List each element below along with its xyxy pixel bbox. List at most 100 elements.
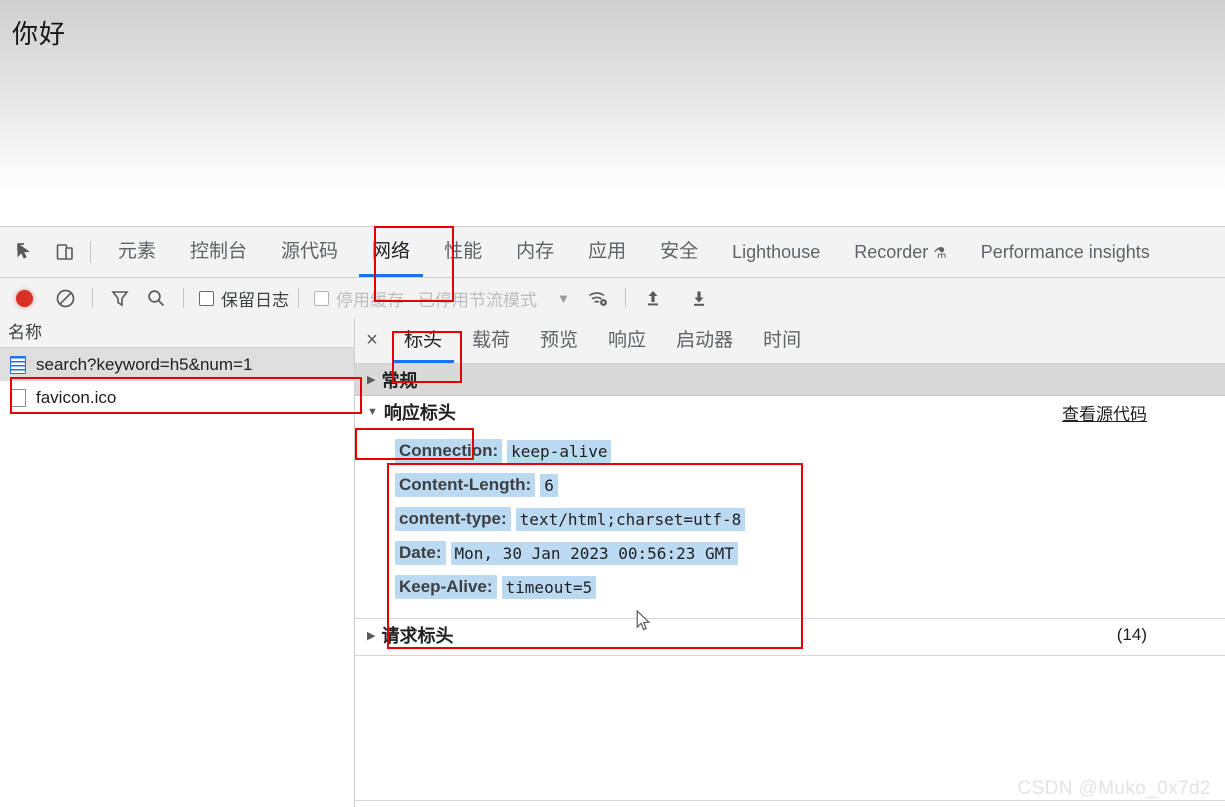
tab-label: Recorder bbox=[854, 242, 929, 262]
tab-label: 时间 bbox=[763, 330, 802, 351]
header-value: Mon, 30 Jan 2023 00:56:23 GMT bbox=[450, 541, 738, 565]
network-toolbar: 保留日志 停用缓存 已停用节流模式 ▼ bbox=[0, 278, 1225, 319]
inspect-element-icon[interactable] bbox=[10, 237, 40, 267]
filter-icon[interactable] bbox=[106, 284, 134, 312]
network-conditions-icon[interactable] bbox=[584, 284, 612, 312]
toolbar-divider bbox=[624, 288, 626, 308]
tab-label: 源代码 bbox=[281, 241, 339, 262]
table-row[interactable]: favicon.ico bbox=[0, 381, 354, 414]
header-key: content-type: bbox=[395, 507, 511, 531]
document-icon bbox=[10, 355, 26, 374]
tab-performance-insights[interactable]: Performance insights bbox=[964, 227, 1167, 277]
divider bbox=[355, 655, 1225, 656]
section-general[interactable]: ▶ 常规 bbox=[355, 364, 1225, 396]
tab-label: 载荷 bbox=[472, 330, 511, 351]
tab-label: 网络 bbox=[372, 241, 411, 262]
device-toolbar-icon[interactable] bbox=[50, 237, 80, 267]
toolbar-divider bbox=[90, 241, 91, 263]
header-row: Connection: keep-alive bbox=[395, 434, 1225, 468]
toolbar-divider bbox=[183, 288, 184, 308]
table-row[interactable]: search?keyword=h5&num=1 bbox=[0, 348, 354, 381]
beaker-icon: ⚗ bbox=[933, 245, 947, 262]
tab-response[interactable]: 响应 bbox=[593, 318, 661, 363]
tab-label: 预览 bbox=[540, 330, 579, 351]
header-row: Content-Length: 6 bbox=[395, 468, 1225, 502]
close-icon[interactable]: × bbox=[355, 318, 389, 363]
header-key: Content-Length: bbox=[395, 473, 536, 497]
section-title: 请求标头 bbox=[381, 626, 454, 646]
header-row: Keep-Alive: timeout=5 bbox=[395, 570, 1225, 604]
toolbar-divider bbox=[92, 288, 93, 308]
devtools-panel: 元素 控制台 源代码 网络 性能 内存 应用 安全 Lighthouse Rec… bbox=[0, 226, 1225, 807]
search-icon[interactable] bbox=[142, 284, 170, 312]
tab-timing[interactable]: 时间 bbox=[748, 318, 816, 363]
checkbox-box bbox=[199, 290, 214, 306]
tab-label: 应用 bbox=[588, 241, 627, 262]
tab-sources[interactable]: 源代码 bbox=[264, 227, 355, 277]
request-list-pane: 名称 search?keyword=h5&num=1 favicon.ico bbox=[0, 318, 355, 807]
throttling-label: 已停用节流模式 bbox=[418, 290, 537, 310]
detail-tabbar: × 标头 载荷 预览 响应 启动器 时间 bbox=[355, 318, 1225, 364]
tab-label: 性能 bbox=[444, 241, 483, 262]
tab-lighthouse[interactable]: Lighthouse bbox=[715, 227, 837, 277]
preserve-log-checkbox[interactable]: 保留日志 bbox=[193, 278, 289, 318]
tab-network[interactable]: 网络 bbox=[355, 227, 427, 277]
caret-right-icon: ▶ bbox=[367, 629, 376, 642]
request-detail-pane: × 标头 载荷 预览 响应 启动器 时间 ▶ 常规 ▼ 响应标头 查看源代码 C… bbox=[355, 318, 1225, 807]
chevron-down-icon: ▼ bbox=[557, 290, 570, 306]
disable-cache-label: 停用缓存 bbox=[336, 290, 404, 310]
import-har-icon[interactable] bbox=[639, 284, 667, 312]
request-list-column-header: 名称 bbox=[0, 318, 354, 348]
divider bbox=[355, 800, 1225, 801]
tab-security[interactable]: 安全 bbox=[643, 227, 715, 277]
tab-preview[interactable]: 预览 bbox=[525, 318, 593, 363]
tab-console[interactable]: 控制台 bbox=[173, 227, 264, 277]
header-count: (14) bbox=[1116, 625, 1147, 644]
section-request-headers[interactable]: ▶ 请求标头 (14) bbox=[355, 619, 1225, 651]
tab-headers[interactable]: 标头 bbox=[389, 318, 457, 363]
header-key: Connection: bbox=[395, 439, 503, 463]
tab-label: 元素 bbox=[118, 241, 157, 262]
header-value: text/html;charset=utf-8 bbox=[515, 507, 746, 531]
header-row: Date: Mon, 30 Jan 2023 00:56:23 GMT bbox=[395, 536, 1225, 570]
preserve-log-label: 保留日志 bbox=[221, 290, 289, 310]
throttling-selector[interactable]: 已停用节流模式 ▼ bbox=[418, 278, 570, 318]
tab-label: 响应 bbox=[608, 330, 647, 351]
caret-right-icon: ▶ bbox=[367, 374, 376, 386]
tab-label: Performance insights bbox=[980, 242, 1150, 262]
tab-list: 元素 控制台 源代码 网络 性能 内存 应用 安全 Lighthouse Rec… bbox=[101, 227, 1167, 277]
tab-label: 控制台 bbox=[190, 241, 248, 262]
tab-performance[interactable]: 性能 bbox=[427, 227, 499, 277]
devtools-tabbar: 元素 控制台 源代码 网络 性能 内存 应用 安全 Lighthouse Rec… bbox=[0, 227, 1225, 278]
section-response-headers[interactable]: ▼ 响应标头 查看源代码 bbox=[355, 396, 1225, 428]
toolbar-divider bbox=[298, 288, 299, 308]
header-value: 6 bbox=[540, 473, 558, 497]
header-row: content-type: text/html;charset=utf-8 bbox=[395, 502, 1225, 536]
tab-label: 内存 bbox=[516, 241, 555, 262]
record-button[interactable] bbox=[16, 289, 33, 307]
header-value: timeout=5 bbox=[501, 575, 597, 599]
network-body: 名称 search?keyword=h5&num=1 favicon.ico ×… bbox=[0, 318, 1225, 807]
header-key: Keep-Alive: bbox=[395, 575, 497, 599]
caret-down-icon: ▼ bbox=[367, 406, 378, 418]
view-source-link[interactable]: 查看源代码 bbox=[1062, 400, 1147, 425]
watermark: CSDN @Muko_0x7d2 bbox=[1017, 778, 1211, 799]
tab-application[interactable]: 应用 bbox=[571, 227, 643, 277]
tab-recorder[interactable]: Recorder ⚗ bbox=[837, 227, 963, 277]
clear-button[interactable] bbox=[51, 284, 79, 312]
export-har-icon[interactable] bbox=[685, 284, 713, 312]
tab-label: 安全 bbox=[660, 241, 699, 262]
browser-page-viewport: 你好 bbox=[0, 0, 1225, 226]
section-title: 响应标头 bbox=[383, 403, 456, 423]
tab-elements[interactable]: 元素 bbox=[101, 227, 173, 277]
header-key: Date: bbox=[395, 541, 446, 565]
header-value: keep-alive bbox=[507, 439, 612, 463]
disable-cache-checkbox[interactable]: 停用缓存 bbox=[308, 278, 404, 318]
tab-payload[interactable]: 载荷 bbox=[457, 318, 525, 363]
request-name: favicon.ico bbox=[36, 387, 117, 407]
checkbox-box bbox=[314, 290, 329, 306]
tab-label: 启动器 bbox=[676, 330, 734, 351]
tab-initiator[interactable]: 启动器 bbox=[661, 318, 748, 363]
tab-label: 标头 bbox=[404, 330, 443, 351]
tab-memory[interactable]: 内存 bbox=[499, 227, 571, 277]
